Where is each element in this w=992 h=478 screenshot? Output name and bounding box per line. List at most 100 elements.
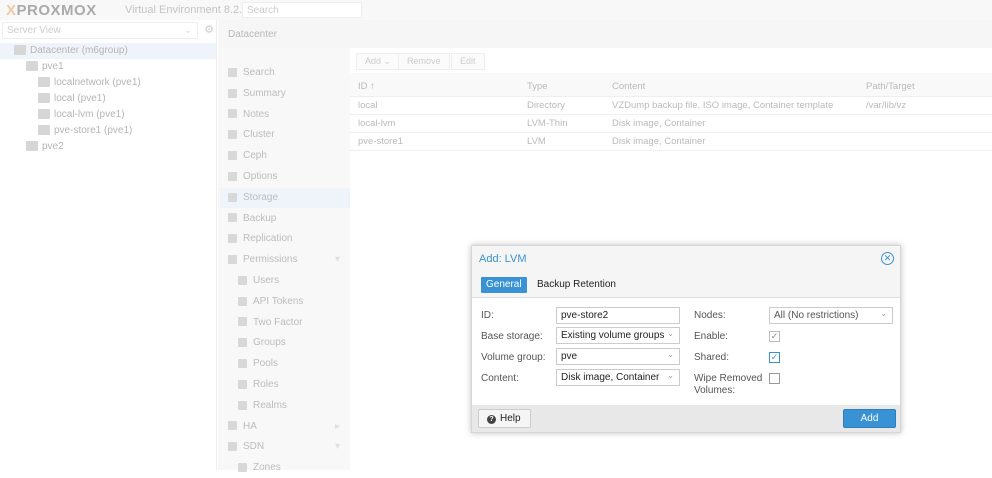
column-header[interactable]: Path/Target [866, 81, 915, 92]
tree-item[interactable]: Datacenter (m6group) [0, 43, 216, 59]
network-icon [38, 77, 50, 88]
id-label: ID: [481, 310, 494, 321]
menu-item-groups[interactable]: Groups [220, 333, 350, 353]
menu-item-realms[interactable]: Realms [220, 396, 350, 416]
grid-icon [238, 463, 247, 473]
users-icon [238, 338, 247, 348]
storage-icon [38, 93, 50, 104]
expand-arrow-icon[interactable]: ▸ [335, 417, 340, 437]
help-button[interactable]: ? Help [478, 409, 531, 428]
menu-item-two-factor[interactable]: Two Factor [220, 313, 350, 333]
user-icon [238, 275, 247, 285]
dialog-body: ID: pve-store2 Base storage: Existing vo… [472, 297, 900, 405]
enable-checkbox[interactable]: ✓ [769, 331, 780, 342]
address-book-icon [238, 400, 247, 410]
tree-item[interactable]: pve-store1 (pve1) [0, 123, 216, 139]
server-view-select[interactable]: Server View ⌄ [2, 22, 198, 39]
dialog-title: Add: LVM [479, 253, 527, 265]
table-cell: local-lvm [358, 118, 396, 129]
shared-checkbox[interactable]: ✓ [769, 352, 780, 363]
column-header[interactable]: Type [527, 81, 548, 92]
version-label: Virtual Environment 8.2.2 [125, 4, 249, 16]
add-button[interactable]: Add ⌄ [356, 53, 401, 70]
add-submit-button[interactable]: Add [843, 409, 896, 428]
table-cell: /var/lib/vz [866, 100, 907, 111]
node-online-icon [26, 141, 38, 152]
table-cell: LVM-Thin [527, 118, 568, 129]
database-icon [228, 192, 237, 202]
menu-item-backup[interactable]: Backup [220, 209, 350, 229]
menu-item-ha[interactable]: HA ▸ [220, 417, 350, 437]
heartbeat-icon [228, 421, 237, 431]
menu-item-search[interactable]: Search [220, 63, 350, 83]
menu-item-cluster[interactable]: Cluster [220, 125, 350, 145]
node-online-icon [26, 61, 38, 72]
enable-label: Enable: [694, 331, 728, 342]
add-lvm-dialog: Add: LVM ✕ General Backup Retention ID: … [471, 245, 901, 433]
menu-item-sdn[interactable]: SDN ▾ [220, 437, 350, 457]
tab-backup-retention[interactable]: Backup Retention [532, 277, 621, 293]
table-cell: pve-store1 [358, 136, 403, 147]
volume-group-select[interactable]: pve ⌄ [556, 348, 680, 365]
menu-item-summary[interactable]: Summary [220, 84, 350, 104]
menu-item-replication[interactable]: Replication [220, 229, 350, 249]
table-cell: local [358, 100, 378, 111]
search-icon [228, 67, 237, 77]
tree-item[interactable]: localnetwork (pve1) [0, 75, 216, 91]
menu-item-pools[interactable]: Pools [220, 354, 350, 374]
table-cell: Disk image, Container [612, 136, 706, 147]
proxmox-logo: XPROXMOX [6, 2, 97, 19]
gear-icon [228, 171, 237, 181]
shared-label: Shared: [694, 352, 730, 363]
id-field[interactable]: pve-store2 [556, 307, 680, 324]
unlock-icon [228, 255, 237, 265]
column-header[interactable]: ID ↑ [358, 81, 375, 92]
ceph-icon [228, 151, 237, 161]
menu-item-options[interactable]: Options [220, 167, 350, 187]
tree-item[interactable]: pve2 [0, 139, 216, 155]
menu-item-users[interactable]: Users [220, 271, 350, 291]
key-icon [238, 317, 247, 327]
tree-item[interactable]: pve1 [0, 59, 216, 75]
menu-item-roles[interactable]: Roles [220, 375, 350, 395]
dialog-footer: ? Help Add [472, 405, 900, 432]
remove-button[interactable]: Remove [398, 53, 450, 70]
menu-item-permissions[interactable]: Permissions ▾ [220, 250, 350, 270]
storage-icon [38, 109, 50, 120]
content-label: Content: [481, 373, 519, 384]
question-icon: ? [487, 415, 496, 424]
menu-item-storage[interactable]: Storage [220, 187, 350, 208]
menu-item-api-tokens[interactable]: API Tokens [220, 292, 350, 312]
table-cell: Directory [527, 100, 566, 111]
tree-item[interactable]: local-lvm (pve1) [0, 107, 216, 123]
nodes-label: Nodes: [694, 310, 726, 321]
book-icon [228, 88, 237, 98]
volume-group-label: Volume group: [481, 352, 546, 363]
expand-arrow-icon[interactable]: ▾ [335, 250, 340, 270]
tags-icon [238, 359, 247, 369]
wipe-removed-volumes-label: Wipe Removed Volumes: [694, 373, 763, 396]
nodes-select[interactable]: All (No restrictions) ⌄ [769, 307, 893, 324]
tab-general[interactable]: General [481, 277, 527, 293]
base-storage-select[interactable]: Existing volume groups ⌄ [556, 327, 680, 344]
base-storage-label: Base storage: [481, 331, 543, 342]
column-header[interactable]: Content [612, 81, 645, 92]
menu-item-zones[interactable]: Zones [220, 458, 350, 478]
edit-button[interactable]: Edit [451, 53, 485, 70]
content-select[interactable]: Disk image, Container ⌄ [556, 369, 680, 386]
notes-icon [228, 109, 237, 119]
menu-item-ceph[interactable]: Ceph [220, 146, 350, 166]
wipe-removed-volumes-checkbox[interactable] [769, 373, 780, 384]
table-cell: VZDump backup file, ISO image, Container… [612, 100, 834, 111]
storage-icon [38, 125, 50, 136]
close-icon[interactable]: ✕ [881, 252, 894, 265]
breadcrumb: Datacenter [228, 29, 277, 40]
retweet-icon [228, 234, 237, 244]
cluster-icon [228, 130, 237, 140]
expand-arrow-icon[interactable]: ▾ [335, 437, 340, 457]
menu-item-notes[interactable]: Notes [220, 105, 350, 125]
tree-item[interactable]: local (pve1) [0, 91, 216, 107]
gear-icon[interactable]: ⚙ [202, 23, 216, 38]
male-icon [238, 379, 247, 389]
search-input[interactable]: Search [242, 2, 362, 18]
